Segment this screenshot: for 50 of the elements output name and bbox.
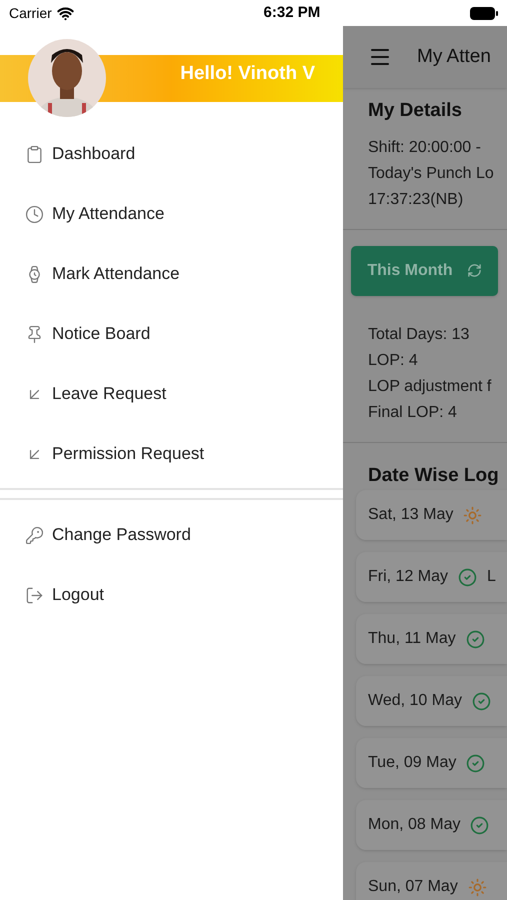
stat-text: LOP adjustment f <box>368 376 492 396</box>
date-text: Thu, 11 May <box>368 629 456 649</box>
refresh-icon <box>466 263 482 278</box>
menu-item[interactable]: Notice Board <box>52 321 150 347</box>
menu-item[interactable]: Change Password <box>52 522 191 548</box>
clipboard-icon <box>25 144 44 164</box>
log-row[interactable]: Thu, 11 May <box>356 614 507 664</box>
menu-item[interactable]: Logout <box>52 582 104 608</box>
log-row[interactable]: Sun, 07 May <box>356 862 507 900</box>
log-row[interactable]: Sat, 13 May <box>356 490 507 540</box>
menu-item[interactable]: Permission Request <box>52 441 204 467</box>
check-icon <box>466 630 485 648</box>
date-text: Sat, 13 May <box>368 505 454 525</box>
section-heading: Date Wise Log <box>367 464 500 488</box>
menu-item[interactable]: My Attendance <box>52 201 164 227</box>
log-row[interactable]: Mon, 08 May <box>356 800 507 850</box>
detail-text: Shift: 20:00:00 - <box>368 138 482 158</box>
battery-icon <box>470 6 498 20</box>
menu-item[interactable]: Dashboard <box>52 141 136 167</box>
menu-item[interactable]: Mark Attendance <box>52 261 180 287</box>
key-icon <box>25 526 44 544</box>
date-text: Tue, 09 May <box>368 753 456 773</box>
log-row[interactable]: Fri, 12 May L <box>356 552 507 602</box>
wifi-icon <box>56 4 74 22</box>
detail-text: Today's Punch Lo <box>368 164 495 184</box>
logout-icon <box>25 586 44 604</box>
log-row[interactable]: Wed, 10 May <box>356 676 507 726</box>
detail-text: 17:37:23(NB) <box>368 190 464 210</box>
date-text: Sun, 07 May <box>368 877 458 897</box>
clock-time: 6:32 PM <box>264 2 320 23</box>
sun-icon <box>468 878 487 896</box>
stat-text: Final LOP: 4 <box>368 402 458 422</box>
check-icon <box>458 568 478 586</box>
greeting-text: Hello! Vinoth V <box>180 62 315 86</box>
check-icon <box>472 692 491 710</box>
menu-item[interactable]: Leave Request <box>52 381 166 407</box>
sun-icon <box>463 506 482 524</box>
clock-icon <box>25 204 44 224</box>
date-text: Fri, 12 May <box>368 567 448 587</box>
screen-title: My Atten <box>417 44 491 69</box>
log-note: L <box>487 567 496 587</box>
check-icon <box>470 816 490 834</box>
carrier-label: Carrier <box>9 4 52 22</box>
stat-text: LOP: 4 <box>368 350 419 370</box>
date-text: Mon, 08 May <box>368 815 460 835</box>
log-row[interactable]: Tue, 09 May <box>356 738 507 788</box>
date-text: Wed, 10 May <box>368 691 462 711</box>
section-heading: My Details <box>368 99 463 123</box>
check-icon <box>466 754 486 772</box>
stat-text: Total Days: 13 <box>368 324 470 344</box>
